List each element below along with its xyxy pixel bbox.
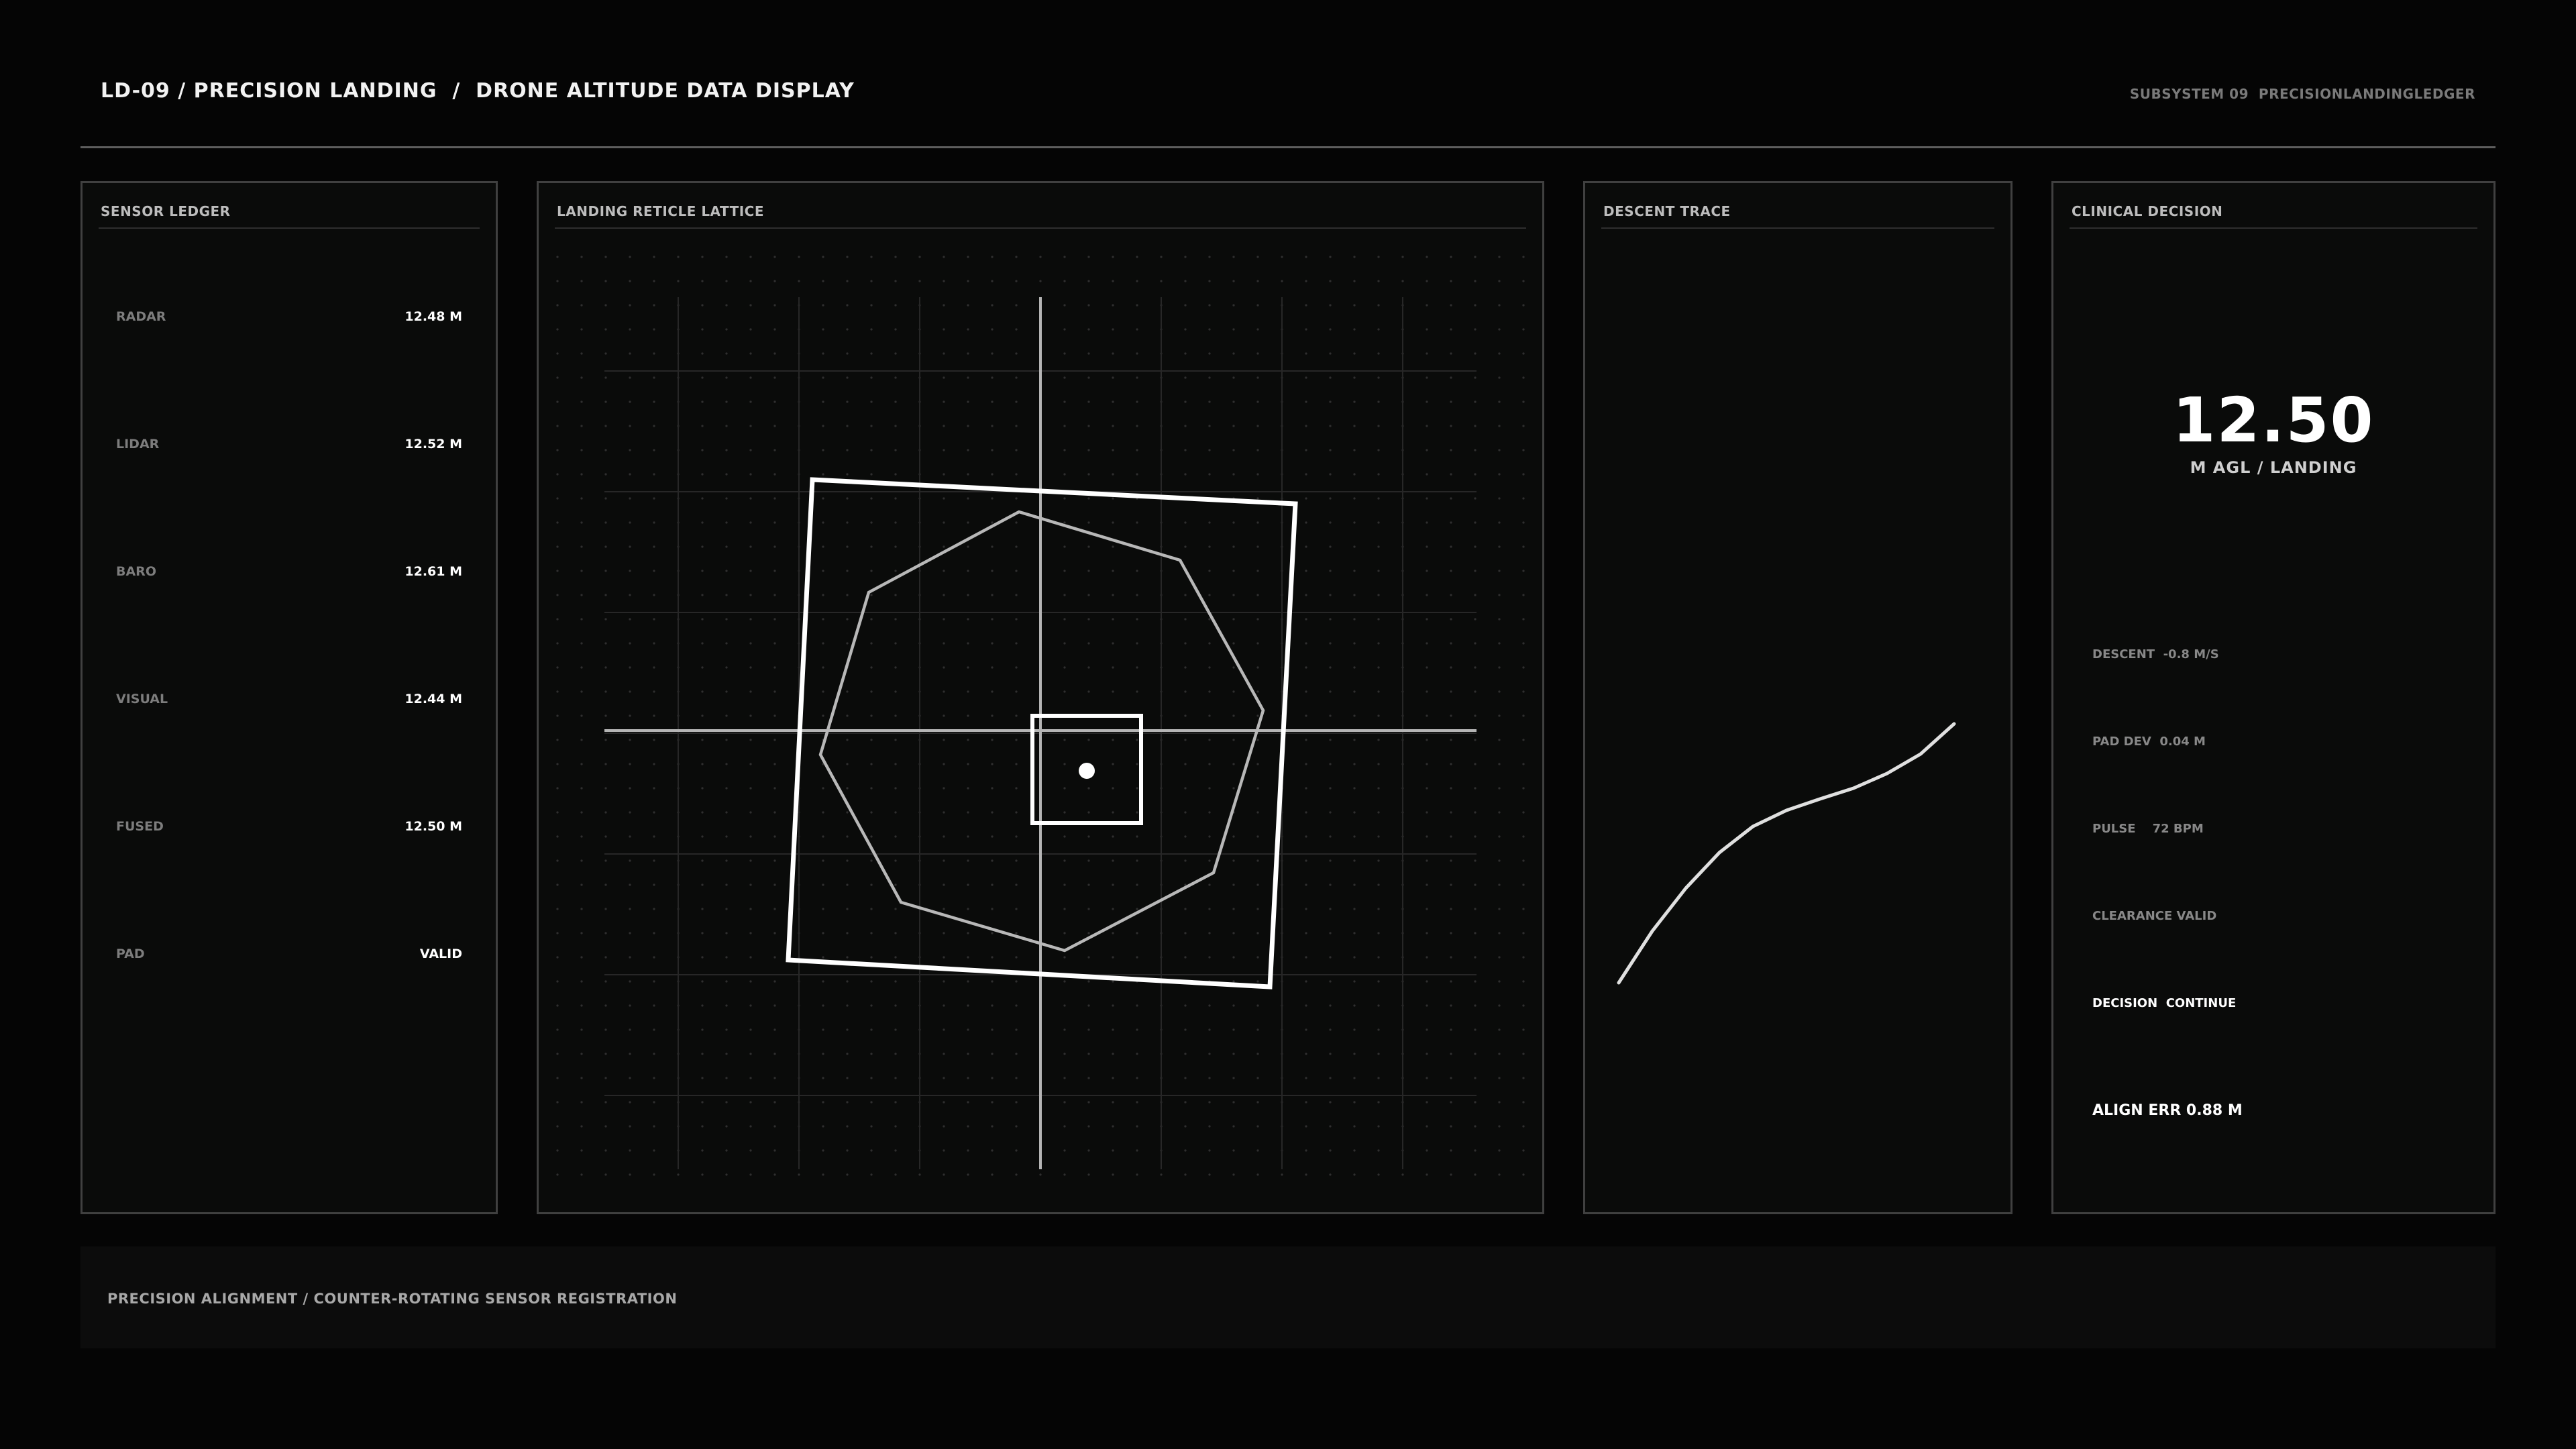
sensor-row-pad: PAD VALID <box>116 947 462 967</box>
descent-trace-line <box>1617 722 1956 985</box>
subsystem-label: SUBSYSTEM 09 PRECISIONLANDINGLEDGER <box>2129 86 2475 102</box>
sensor-label: VISUAL <box>116 692 168 706</box>
sensor-row-visual: VISUAL 12.44 M <box>116 692 462 712</box>
drone-marker <box>1079 763 1095 779</box>
header-divider <box>80 146 2496 148</box>
sensor-ledger-panel: SENSOR LEDGER RADAR 12.48 M LIDAR 12.52 … <box>80 181 498 1214</box>
sensor-value: 12.48 M <box>405 309 462 324</box>
sensor-value: 12.52 M <box>405 437 462 451</box>
panel-divider <box>2070 227 2477 229</box>
clinical-decision-title: CLINICAL DECISION <box>2072 203 2223 219</box>
sensor-label: FUSED <box>116 819 164 834</box>
sensor-row-lidar: LIDAR 12.52 M <box>116 437 462 457</box>
sensor-row-fused: FUSED 12.50 M <box>116 819 462 839</box>
page-title: LD-09 / PRECISION LANDING / DRONE ALTITU… <box>101 79 855 103</box>
sensor-label: PAD <box>116 947 145 961</box>
landing-reticle-panel: LANDING RETICLE LATTICE <box>537 181 1544 1214</box>
sensor-label: LIDAR <box>116 437 160 451</box>
sensor-value: 12.44 M <box>405 692 462 706</box>
sensor-value: 12.50 M <box>405 819 462 834</box>
reticle-lattice <box>553 245 1527 1197</box>
panel-divider <box>99 227 480 229</box>
altitude-readout: 12.50 <box>2172 384 2375 456</box>
descent-trace-panel: DESCENT TRACE <box>1583 181 2012 1214</box>
sensor-value: VALID <box>419 947 462 961</box>
footer-bar: PRECISION ALIGNMENT / COUNTER-ROTATING S… <box>80 1246 2496 1348</box>
sensor-row-baro: BARO 12.61 M <box>116 564 462 584</box>
sensor-value: 12.61 M <box>405 564 462 579</box>
stat-decision: DECISION CONTINUE <box>2092 996 2237 1010</box>
sensor-label: BARO <box>116 564 156 579</box>
stat-clearance: CLEARANCE VALID <box>2092 909 2217 923</box>
sensor-ledger-title: SENSOR LEDGER <box>101 203 231 219</box>
stat-pulse: PULSE 72 BPM <box>2092 822 2204 836</box>
clinical-decision-panel: CLINICAL DECISION 12.50 M AGL / LANDING … <box>2051 181 2496 1214</box>
align-error: ALIGN ERR 0.88 M <box>2092 1102 2243 1119</box>
stat-descent: DESCENT -0.8 M/S <box>2092 647 2219 661</box>
altitude-unit: M AGL / LANDING <box>2190 458 2357 477</box>
sensor-row-radar: RADAR 12.48 M <box>116 309 462 329</box>
stat-pad-dev: PAD DEV 0.04 M <box>2092 735 2206 749</box>
descent-trace-plot <box>1617 722 1956 985</box>
sensor-label: RADAR <box>116 309 166 324</box>
footer-caption: PRECISION ALIGNMENT / COUNTER-ROTATING S… <box>107 1291 678 1307</box>
